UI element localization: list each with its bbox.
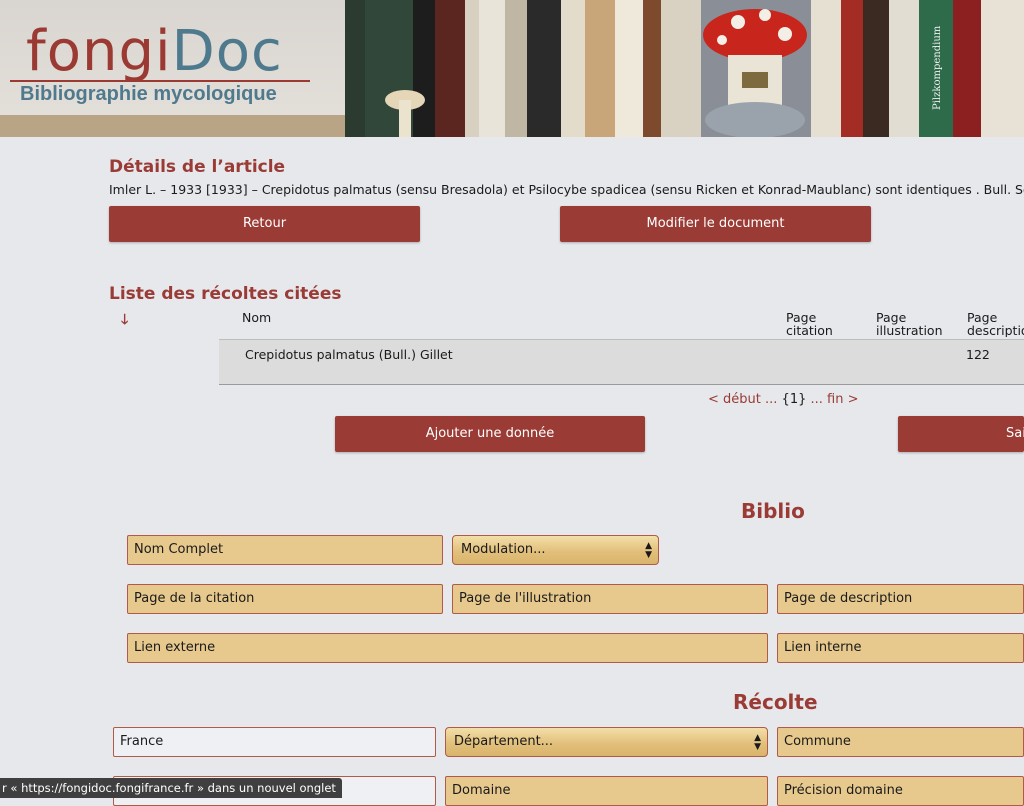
table-row[interactable]: Crepidotus palmatus (Bull.) Gillet 122 (219, 339, 1024, 385)
logo[interactable]: fongiDoc Bibliographie mycologique (0, 0, 345, 115)
internal-link-field[interactable]: Lien interne (777, 633, 1024, 663)
column-header-name[interactable]: Nom (242, 311, 271, 324)
back-button[interactable]: Retour (109, 206, 420, 242)
pager-last-link[interactable]: ... fin > (811, 392, 859, 407)
page-description-field[interactable]: Page de description (777, 584, 1024, 614)
page-illustration-field[interactable]: Page de l'illustration (452, 584, 768, 614)
pager-current: {1} (781, 392, 807, 407)
column-header-page-description[interactable]: Page descriptio (967, 311, 1024, 337)
svg-text:Pilzkompendium: Pilzkompendium (932, 25, 943, 110)
header-banner: Pilzkompendium fongiDoc Bibliographie my… (0, 0, 1024, 137)
pagination: < début ... {1} ... fin > (708, 392, 859, 407)
page-citation-field[interactable]: Page de la citation (127, 584, 443, 614)
row-name: Crepidotus palmatus (Bull.) Gillet (245, 347, 453, 362)
article-heading: Détails de l’article (109, 157, 286, 177)
harvests-heading: Liste des récoltes citées (109, 284, 342, 304)
harvest-heading: Récolte (733, 690, 818, 714)
pager-first-link[interactable]: < début ... (708, 392, 777, 407)
external-link-field[interactable]: Lien externe (127, 633, 768, 663)
save-button[interactable]: Sai (898, 416, 1024, 452)
select-arrows-icon: ▲ ▼ (754, 733, 761, 752)
column-header-page-citation[interactable]: Page citation (786, 311, 833, 337)
add-data-button[interactable]: Ajouter une donnée (335, 416, 645, 452)
select-arrows-icon: ▲ ▼ (645, 541, 652, 560)
biblio-heading: Biblio (741, 499, 805, 523)
logo-subtitle: Bibliographie mycologique (20, 83, 277, 105)
arrow-down-icon[interactable]: 🡓 (121, 309, 128, 333)
logo-text-doc: Doc (171, 19, 283, 84)
full-name-field[interactable]: Nom Complet (127, 535, 443, 565)
link-status-bar: r « https://fongidoc.fongifrance.fr » da… (0, 778, 342, 798)
logo-underline (10, 80, 310, 82)
logo-text-ongi: ongi (46, 19, 172, 84)
edit-document-button[interactable]: Modifier le document (560, 206, 871, 242)
article-reference: Imler L. – 1933 [1933] – Crepidotus palm… (109, 182, 1024, 197)
modulation-select[interactable]: Modulation... ▲ ▼ (452, 535, 659, 565)
department-select[interactable]: Département... ▲ ▼ (445, 727, 768, 757)
logo-letter-f: f (26, 19, 47, 84)
commune-field[interactable]: Commune (777, 727, 1024, 757)
row-page-description: 122 (966, 347, 990, 362)
column-header-page-illustration[interactable]: Page illustration (876, 311, 943, 337)
country-field[interactable]: France (113, 727, 436, 757)
